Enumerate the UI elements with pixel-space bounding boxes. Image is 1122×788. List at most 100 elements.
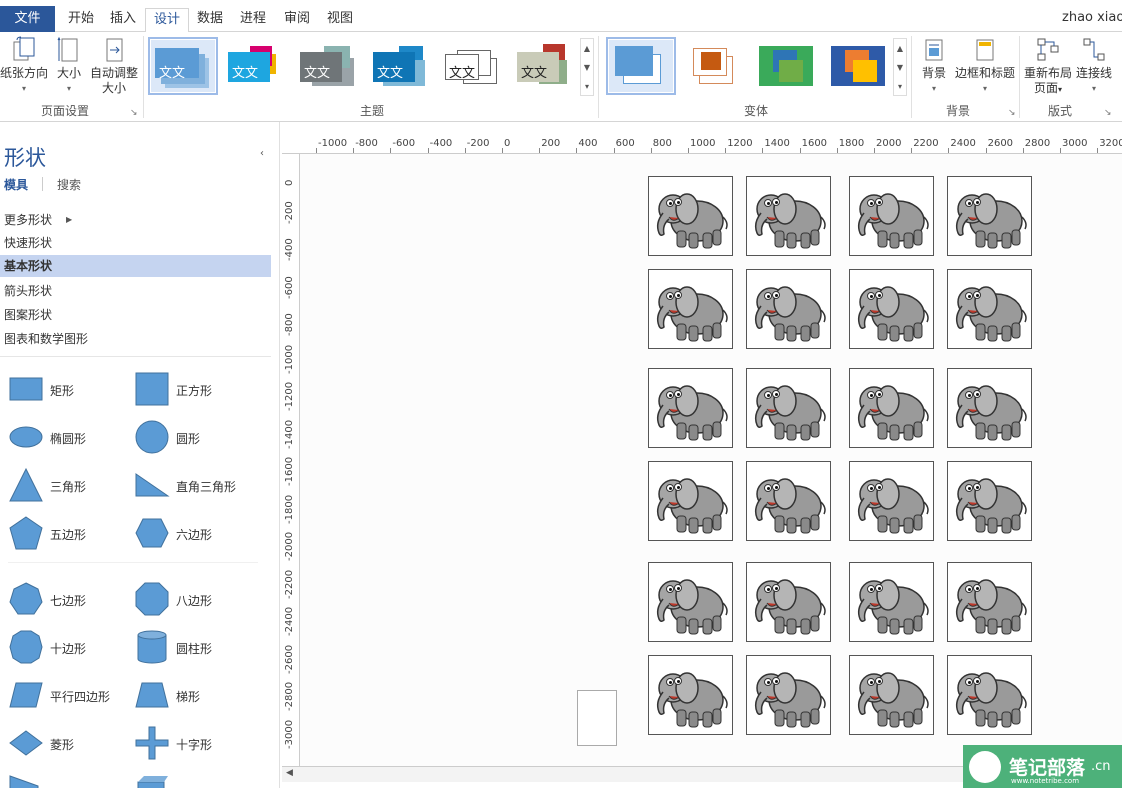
shape-icon	[9, 775, 39, 788]
shape-decagon[interactable]: 十边形	[2, 628, 132, 668]
background-button[interactable]: 背景 ▾	[918, 36, 950, 96]
elephant-image[interactable]	[648, 655, 733, 735]
elephant-image[interactable]	[746, 461, 831, 541]
variant-option-2[interactable]	[681, 40, 745, 92]
elephant-image[interactable]	[849, 562, 934, 642]
elephant-image[interactable]	[746, 176, 831, 256]
elephant-icon	[955, 193, 1027, 249]
orientation-button[interactable]: 纸张方向 ▾	[0, 36, 48, 96]
connectors-button[interactable]: 连接线 ▾	[1074, 36, 1114, 96]
shape-rectangle[interactable]: 矩形	[2, 370, 132, 410]
scroll-left-icon[interactable]: ◀	[286, 768, 293, 778]
elephant-image[interactable]	[746, 562, 831, 642]
watermark-cn: .cn	[1091, 759, 1111, 774]
tab-home[interactable]: 开始	[60, 8, 102, 32]
shape-partial-1[interactable]	[2, 772, 132, 788]
shape-heptagon[interactable]: 七边形	[2, 580, 132, 620]
tab-search[interactable]: 搜索	[57, 176, 81, 193]
shape-hexagon[interactable]: 六边形	[128, 514, 258, 554]
elephant-image[interactable]	[648, 269, 733, 349]
elephant-image[interactable]	[947, 269, 1032, 349]
shape-diamond[interactable]: 菱形	[2, 724, 132, 764]
divider	[1019, 36, 1020, 118]
elephant-image[interactable]	[849, 176, 934, 256]
autofit-button[interactable]: 自动调整 大小	[88, 36, 140, 96]
category-chart-math-shapes[interactable]: 图表和数学图形	[0, 328, 271, 350]
tab-insert[interactable]: 插入	[102, 8, 144, 32]
shape-cylinder[interactable]: 圆柱形	[128, 628, 258, 668]
tab-review[interactable]: 审阅	[276, 8, 318, 32]
elephant-image[interactable]	[947, 176, 1032, 256]
elephant-image[interactable]	[947, 368, 1032, 448]
user-name[interactable]: zhao xiao	[1062, 10, 1122, 25]
elephant-image[interactable]	[648, 461, 733, 541]
elephant-image[interactable]	[947, 562, 1032, 642]
elephant-image[interactable]	[746, 368, 831, 448]
tab-process[interactable]: 进程	[232, 8, 274, 32]
elephant-image[interactable]	[648, 176, 733, 256]
ruler-tick-label: -2000	[284, 531, 295, 561]
tab-file[interactable]: 文件	[0, 6, 55, 32]
shape-triangle[interactable]: 三角形	[2, 466, 132, 506]
shape-pentagon[interactable]: 五边形	[2, 514, 132, 554]
relayout-page-button[interactable]: 重新布局 页面▾	[1022, 36, 1074, 97]
shape-cross[interactable]: 十字形	[128, 724, 258, 764]
elephant-image[interactable]	[849, 269, 934, 349]
variant-option-4[interactable]	[825, 40, 889, 92]
theme-option-1[interactable]: 文文	[148, 37, 218, 95]
octagon-icon	[135, 582, 169, 616]
dialog-launcher-icon[interactable]: ↘	[1104, 108, 1112, 118]
elephant-image[interactable]	[746, 269, 831, 349]
theme-option-5[interactable]: 文文	[441, 40, 505, 92]
tab-design[interactable]: 设计	[145, 8, 190, 33]
dialog-launcher-icon[interactable]: ↘	[130, 108, 138, 118]
shape-parallelogram[interactable]: 平行四边形	[2, 676, 132, 716]
tab-view[interactable]: 视图	[319, 8, 361, 32]
elephant-image[interactable]	[947, 655, 1032, 735]
tab-data[interactable]: 数据	[189, 8, 231, 32]
category-quick-shapes[interactable]: 快速形状	[0, 232, 271, 254]
collapse-pane-icon[interactable]: ‹	[260, 148, 264, 159]
elephant-image[interactable]	[849, 368, 934, 448]
theme-option-6[interactable]: 文文	[513, 40, 577, 92]
theme-option-3[interactable]: 文文	[296, 40, 360, 92]
shape-name: 菱形	[50, 738, 75, 752]
variant-option-3[interactable]	[753, 40, 817, 92]
variants-gallery-scroll[interactable]: ▲ ▼ ▾	[893, 38, 907, 96]
shape-octagon[interactable]: 八边形	[128, 580, 258, 620]
hexagon-icon	[135, 518, 169, 548]
page-thumbnail[interactable]	[577, 690, 617, 746]
borders-titles-label: 边框和标题	[954, 66, 1015, 80]
drawing-canvas[interactable]	[300, 154, 1122, 766]
shape-circle[interactable]: 圆形	[128, 418, 258, 458]
ruler-tick-label: -2800	[284, 681, 295, 711]
theme-option-2[interactable]: 文文	[224, 40, 288, 92]
elephant-image[interactable]	[849, 461, 934, 541]
elephant-image[interactable]	[648, 562, 733, 642]
elephant-image[interactable]	[947, 461, 1032, 541]
ruler-tick-label: -2400	[284, 606, 295, 636]
dialog-launcher-icon[interactable]: ↘	[1008, 108, 1016, 118]
elephant-image[interactable]	[849, 655, 934, 735]
category-pattern-shapes[interactable]: 图案形状	[0, 304, 271, 326]
category-arrow-shapes[interactable]: 箭头形状	[0, 280, 271, 302]
tab-stencils[interactable]: 模具	[4, 176, 28, 193]
vertical-ruler: 0 -200 -400 -600 -800 -1000 -1200 -1400 -1600 -18…	[282, 154, 300, 766]
themes-gallery-scroll[interactable]: ▲ ▼ ▾	[580, 38, 594, 96]
shape-square[interactable]: 正方形	[128, 370, 258, 410]
category-label: 更多形状	[4, 213, 53, 227]
elephant-image[interactable]	[746, 655, 831, 735]
size-label: 大小	[56, 66, 81, 80]
shape-partial-2[interactable]	[128, 772, 258, 788]
shape-ellipse[interactable]: 椭圆形	[2, 418, 132, 458]
ruler-tick-label: 800	[652, 138, 672, 149]
elephant-image[interactable]	[648, 368, 733, 448]
variant-option-1[interactable]	[606, 37, 676, 95]
category-basic-shapes[interactable]: 基本形状	[0, 255, 271, 277]
category-more-shapes[interactable]: 更多形状 ▶	[0, 209, 271, 231]
borders-titles-button[interactable]: 边框和标题 ▾	[953, 36, 1017, 96]
theme-option-4[interactable]: 文文	[369, 40, 433, 92]
shape-trapezoid[interactable]: 梯形	[128, 676, 258, 716]
size-button[interactable]: 大小 ▾	[54, 36, 84, 96]
shape-right-triangle[interactable]: 直角三角形	[128, 466, 258, 506]
